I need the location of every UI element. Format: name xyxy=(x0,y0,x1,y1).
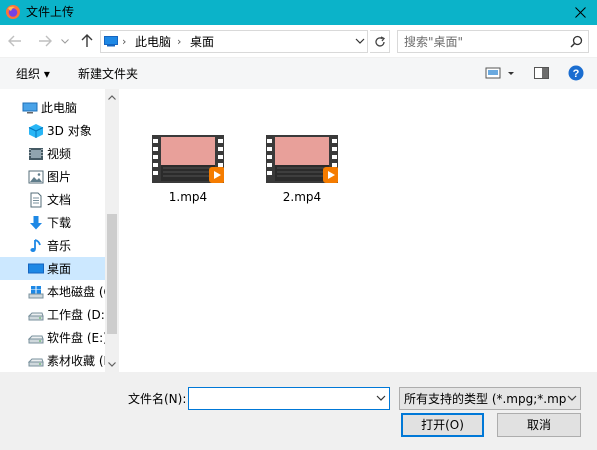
cube-3d-icon xyxy=(28,124,44,138)
scrollbar-thumb[interactable] xyxy=(107,214,117,334)
address-dropdown[interactable] xyxy=(355,34,365,51)
address-box[interactable]: › 此电脑 › 桌面 xyxy=(100,30,368,53)
arrow-up-icon xyxy=(81,34,93,47)
refresh-icon xyxy=(374,35,385,47)
sidebar-item-pictures[interactable]: 图片 xyxy=(0,165,105,188)
new-folder-button[interactable]: 新建文件夹 xyxy=(78,66,138,82)
file-item[interactable]: 1.mp4 xyxy=(140,135,236,215)
pictures-folder-icon xyxy=(28,170,44,184)
sidebar-item-this-pc[interactable]: 此电脑 xyxy=(0,96,105,119)
scroll-up-button[interactable] xyxy=(105,89,119,105)
drive-icon xyxy=(28,358,44,367)
filename-input[interactable] xyxy=(188,387,390,410)
title-bar: 文件上传 xyxy=(0,0,597,25)
search-placeholder: 搜索"桌面" xyxy=(404,35,464,49)
back-button[interactable] xyxy=(7,33,23,49)
search-box[interactable]: 搜索"桌面" xyxy=(397,30,589,53)
forward-button[interactable] xyxy=(37,33,53,49)
search-icon xyxy=(570,35,583,48)
close-button[interactable] xyxy=(563,0,597,25)
view-mode-icon xyxy=(485,67,514,79)
sidebar-item-label: 图片 xyxy=(47,170,72,184)
sidebar-item-label: 工作盘 (D:) xyxy=(47,308,105,322)
documents-folder-icon xyxy=(30,192,42,208)
sidebar-item-drive-e[interactable]: 软件盘 (E:) xyxy=(0,326,105,349)
sidebar-item-desktop[interactable]: 桌面 xyxy=(0,257,105,280)
download-arrow-icon xyxy=(30,216,42,230)
chevron-down-icon xyxy=(61,38,69,44)
sidebar-item-label: 音乐 xyxy=(47,239,72,253)
chevron-down-icon xyxy=(567,395,577,401)
firefox-icon xyxy=(6,5,20,19)
filename-label: 文件名(N): xyxy=(128,392,187,406)
scroll-down-button[interactable] xyxy=(105,356,119,372)
sidebar-item-3d-objects[interactable]: 3D 对象 xyxy=(0,119,105,142)
chevron-down-icon xyxy=(355,38,365,44)
organize-button[interactable]: 组织 ▾ xyxy=(16,66,50,82)
desktop-icon xyxy=(28,263,44,274)
sidebar-item-label: 此电脑 xyxy=(41,101,78,115)
file-name: 1.mp4 xyxy=(168,190,208,204)
arrow-left-icon xyxy=(8,35,21,47)
file-item[interactable]: 2.mp4 xyxy=(254,135,350,215)
video-file-icon xyxy=(152,135,224,183)
file-list: 1.mp4 2.mp4 xyxy=(120,89,597,372)
sidebar-item-label: 本地磁盘 (C xyxy=(47,285,105,299)
help-icon: ? xyxy=(568,65,584,81)
sidebar-item-label: 3D 对象 xyxy=(47,124,92,138)
sidebar-item-drive-c[interactable]: 本地磁盘 (C xyxy=(0,280,105,303)
chevron-down-icon[interactable] xyxy=(376,392,386,404)
breadcrumb-this-pc[interactable]: 此电脑 xyxy=(135,34,171,50)
breadcrumb-separator: › xyxy=(177,35,182,48)
windows-drive-icon xyxy=(28,286,44,299)
open-button[interactable]: 打开(O) xyxy=(401,413,484,437)
file-name: 2.mp4 xyxy=(282,190,322,204)
refresh-button[interactable] xyxy=(370,30,390,53)
file-type-value: 所有支持的类型 (*.mpg;*.mp4; xyxy=(404,392,566,406)
breadcrumb-separator: › xyxy=(122,35,127,48)
svg-text:?: ? xyxy=(573,68,580,80)
sidebar-item-music[interactable]: 音乐 xyxy=(0,234,105,257)
sidebar-item-documents[interactable]: 文档 xyxy=(0,188,105,211)
sidebar-item-label: 下载 xyxy=(47,216,72,230)
sidebar-item-label: 文档 xyxy=(47,193,72,207)
video-folder-icon xyxy=(29,148,43,160)
preview-pane-button[interactable] xyxy=(534,66,549,83)
sidebar-item-label: 视频 xyxy=(47,147,72,161)
view-mode-button[interactable] xyxy=(485,66,517,83)
dialog-footer: 文件名(N): 所有支持的类型 (*.mpg;*.mp4; 打开(O) 取消 xyxy=(0,372,597,450)
navigation-pane: 此电脑 3D 对象 视频 图片 文档 下载 音乐 桌面 本地磁盘 (C 工作盘 … xyxy=(0,89,119,372)
sidebar-item-drive-d[interactable]: 工作盘 (D:) xyxy=(0,303,105,326)
file-type-select[interactable]: 所有支持的类型 (*.mpg;*.mp4; xyxy=(399,387,581,410)
sidebar-item-label: 桌面 xyxy=(47,262,72,276)
video-file-icon xyxy=(266,135,338,183)
up-button[interactable] xyxy=(79,33,95,49)
window-title: 文件上传 xyxy=(26,5,75,19)
sidebar-item-label: 软件盘 (E:) xyxy=(47,331,105,345)
recent-locations-button[interactable] xyxy=(60,33,70,49)
help-button[interactable]: ? xyxy=(568,65,584,84)
chevron-up-icon xyxy=(108,94,116,100)
cancel-button[interactable]: 取消 xyxy=(497,413,581,437)
computer-icon xyxy=(22,102,38,114)
computer-icon xyxy=(104,36,118,47)
preview-pane-icon xyxy=(534,67,549,79)
command-bar: 组织 ▾ 新建文件夹 ? xyxy=(0,58,597,89)
close-icon xyxy=(574,7,586,18)
address-row: › 此电脑 › 桌面 搜索"桌面" xyxy=(0,25,597,58)
sidebar-item-drive-f[interactable]: 素材收藏 (F xyxy=(0,349,105,372)
sidebar-item-downloads[interactable]: 下载 xyxy=(0,211,105,234)
drive-icon xyxy=(28,312,44,321)
sidebar-item-videos[interactable]: 视频 xyxy=(0,142,105,165)
breadcrumb-desktop[interactable]: 桌面 xyxy=(190,34,214,50)
chevron-down-icon xyxy=(108,361,116,367)
navigation-scrollbar[interactable] xyxy=(105,89,119,372)
arrow-right-icon xyxy=(39,35,52,47)
music-note-icon xyxy=(30,239,41,252)
sidebar-item-label: 素材收藏 (F xyxy=(47,354,105,368)
drive-icon xyxy=(28,335,44,344)
